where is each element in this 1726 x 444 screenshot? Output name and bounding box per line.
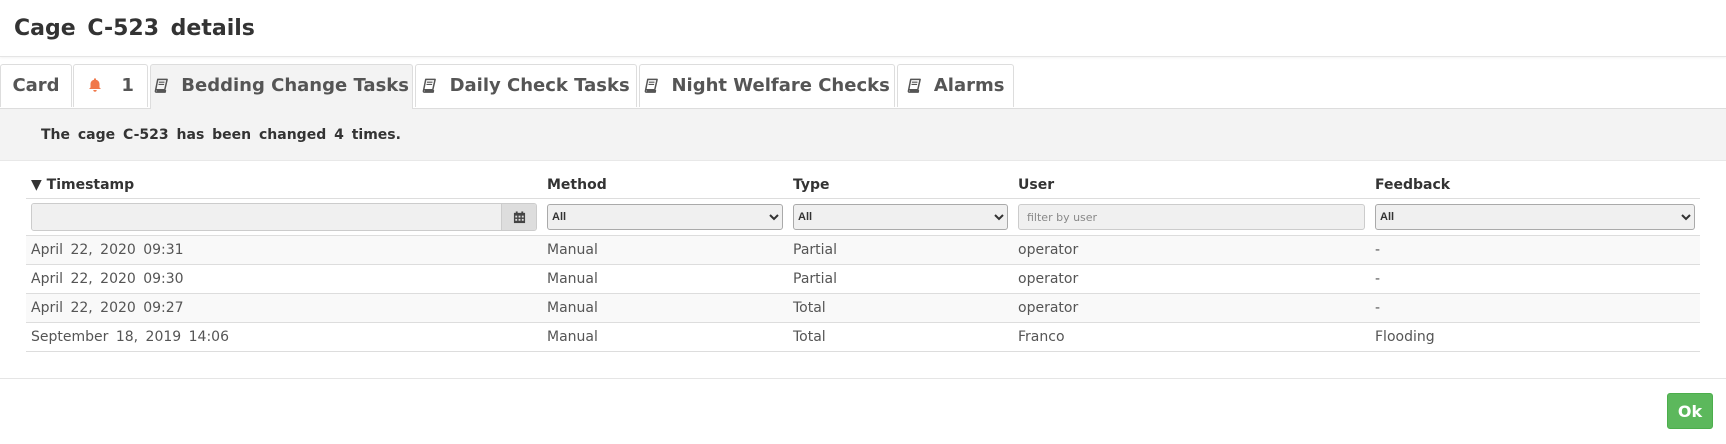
footer-divider (0, 378, 1726, 379)
tab-alarms-label: Alarms (933, 75, 1005, 96)
book-icon (154, 78, 168, 93)
table-row[interactable]: April 22, 2020 09:27 Manual Total operat… (26, 293, 1700, 323)
cell-feedback: Flooding (1370, 322, 1700, 352)
cell-type: Partial (788, 235, 1013, 265)
cell-type: Total (788, 293, 1013, 323)
cell-timestamp: April 22, 2020 09:31 (26, 235, 542, 265)
tab-alarm-notifications[interactable]: 1 (73, 64, 148, 107)
tab-night-label: Night Welfare Checks (671, 75, 890, 96)
tab-bedding-change-tasks[interactable]: Bedding Change Tasks (150, 64, 413, 109)
book-icon (422, 78, 437, 93)
tab-daily-check-tasks[interactable]: Daily Check Tasks (415, 64, 637, 107)
cell-user: operator (1013, 264, 1370, 294)
book-icon (907, 78, 921, 93)
alarm-count: 1 (121, 75, 134, 96)
feedback-filter-select[interactable]: All (1375, 204, 1695, 230)
dialog-header: Cage C-523 details (0, 0, 1726, 57)
table-row[interactable]: September 18, 2019 14:06 Manual Total Fr… (26, 322, 1700, 352)
calendar-icon (513, 210, 525, 223)
cell-user: operator (1013, 293, 1370, 323)
change-count-message: The cage C-523 has been changed 4 times. (0, 109, 1726, 161)
cell-feedback: - (1370, 293, 1700, 323)
tab-bar: Card 1 Bedding Change Tasks Daily Check … (0, 64, 1726, 109)
tab-night-welfare-checks[interactable]: Night Welfare Checks (639, 64, 895, 107)
table-row[interactable]: April 22, 2020 09:30 Manual Partial oper… (26, 264, 1700, 294)
cell-timestamp: April 22, 2020 09:27 (26, 293, 542, 323)
column-header-feedback[interactable]: Feedback (1370, 172, 1700, 199)
column-header-timestamp[interactable]: ▼ Timestamp (26, 172, 542, 199)
cell-feedback: - (1370, 264, 1700, 294)
book-icon (644, 78, 659, 93)
cell-method: Manual (542, 293, 788, 323)
column-header-method[interactable]: Method (542, 172, 788, 199)
cell-user: operator (1013, 235, 1370, 265)
cell-timestamp: September 18, 2019 14:06 (26, 322, 542, 352)
tab-alarms[interactable]: Alarms (897, 64, 1014, 107)
column-header-type[interactable]: Type (788, 172, 1013, 199)
timestamp-header-label: Timestamp (46, 177, 135, 193)
user-filter-input[interactable] (1018, 204, 1365, 230)
table-row[interactable]: April 22, 2020 09:31 Manual Partial oper… (26, 235, 1700, 265)
ok-button[interactable]: Ok (1667, 393, 1713, 429)
tab-daily-label: Daily Check Tasks (449, 75, 630, 96)
cell-user: Franco (1013, 322, 1370, 352)
timestamp-filter-input[interactable] (32, 204, 501, 230)
cell-timestamp: April 22, 2020 09:30 (26, 264, 542, 294)
dialog-title: Cage C-523 details (14, 16, 255, 41)
bedding-change-table: ▼ Timestamp Method Type User Feedback Al… (26, 172, 1700, 352)
tab-bedding-label: Bedding Change Tasks (181, 75, 409, 96)
method-filter-select[interactable]: All (547, 204, 783, 230)
bell-icon (89, 78, 102, 92)
sort-desc-icon: ▼ (31, 177, 42, 193)
tab-card[interactable]: Card (0, 64, 72, 107)
calendar-button[interactable] (501, 204, 536, 230)
cell-method: Manual (542, 322, 788, 352)
cell-type: Total (788, 322, 1013, 352)
column-header-user[interactable]: User (1013, 172, 1370, 199)
cell-method: Manual (542, 235, 788, 265)
tab-card-label: Card (12, 75, 60, 96)
type-filter-select[interactable]: All (793, 204, 1008, 230)
cell-type: Partial (788, 264, 1013, 294)
timestamp-filter (31, 203, 537, 231)
cell-feedback: - (1370, 235, 1700, 265)
cell-method: Manual (542, 264, 788, 294)
